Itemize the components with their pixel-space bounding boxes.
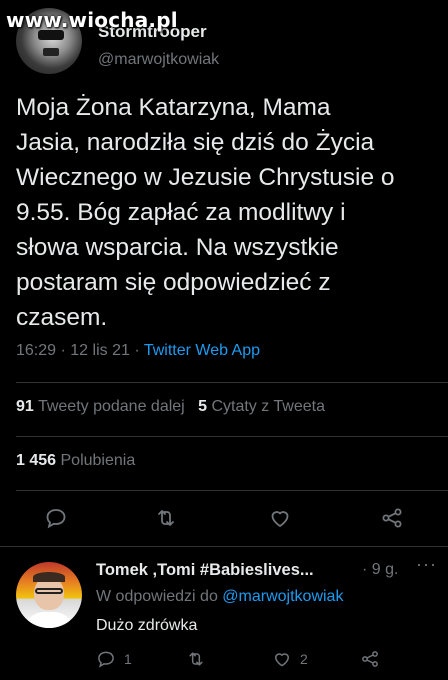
quotes-count: 5 [198,398,207,415]
like-icon [275,653,289,667]
retweet-stats: 91 Tweety podane dalej 5 Cytaty z Tweeta [16,398,325,416]
retweets-link[interactable]: 91 Tweety podane dalej [16,398,189,415]
retweets-label: Tweety podane dalej [37,398,185,415]
reply-text: Dużo zdrówka [96,617,198,634]
reply-button[interactable] [42,504,70,532]
retweets-count: 91 [16,398,34,415]
share-icon [362,651,378,667]
tweet-text: Moja Żona Katarzyna, Mama Jasia, narodzi… [16,94,395,331]
more-options-icon[interactable]: ··· [416,554,437,575]
likes-count: 1 456 [16,452,57,469]
divider [16,382,448,383]
likes-label: Polubienia [60,452,136,469]
retweet-icon [158,510,174,526]
reply-to-label: W odpowiedzi do [96,588,218,605]
reply-icon [46,509,66,529]
share-button[interactable] [378,504,406,532]
retweet-icon [189,652,203,666]
reply-to-handle[interactable]: @marwojtkowiak [222,588,343,605]
tweet-actions [0,500,448,536]
divider [0,546,448,547]
meta-separator: · [134,342,140,359]
quotes-label: Cytaty z Tweeta [211,398,325,415]
reply-like-count: 2 [300,651,308,667]
reply-share-button[interactable] [360,649,380,669]
tweet-source[interactable]: Twitter Web App [144,342,260,359]
reply-reply-count: 1 [124,651,132,667]
watermark: www.wiocha.pl [6,8,178,32]
tweet-time[interactable]: 16:29 [16,342,56,359]
reply-author-name[interactable]: Tomek ,Tomi #Babieslives... [96,561,314,580]
avatar-shirt [24,612,74,628]
reply-like-button[interactable]: 2 [272,649,308,669]
likes-link[interactable]: 1 456 Polubienia [16,452,135,470]
tweet-meta: 16:29 · 12 lis 21 · Twitter Web App [16,342,260,360]
share-icon [382,508,402,528]
quotes-link[interactable]: 5 Cytaty z Tweeta [198,398,325,415]
reply-to: W odpowiedzi do @marwojtkowiak [96,588,343,606]
reply-time[interactable]: · 9 g. [362,561,398,579]
like-icon [271,511,289,527]
reply-retweet-button[interactable] [186,649,214,669]
avatar-mouth [43,48,59,56]
tweet-date[interactable]: 12 lis 21 [70,342,130,359]
reply-reply-button[interactable]: 1 [96,649,132,669]
author-handle[interactable]: @marwojtkowiak [98,51,219,69]
avatar-glasses [35,588,63,594]
meta-separator: · [60,342,66,359]
avatar-hair [33,572,65,582]
divider [16,490,448,491]
reply-actions: 1 2 [0,646,448,676]
like-button[interactable] [266,504,294,532]
reply-avatar[interactable] [16,562,82,628]
divider [16,436,448,437]
reply-icon [98,651,114,668]
retweet-button[interactable] [152,504,180,532]
